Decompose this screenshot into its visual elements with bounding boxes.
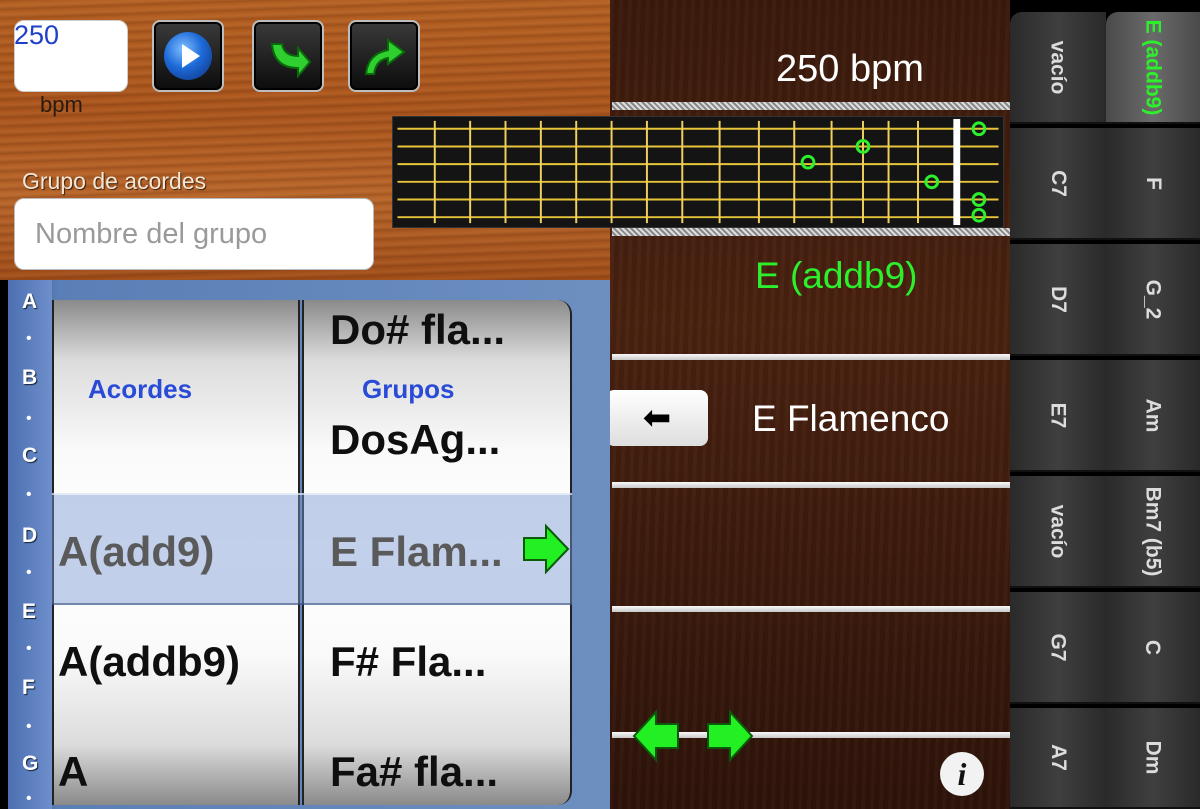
tempo-display: 250 bpm [776, 48, 924, 90]
group-item[interactable]: Fa# fla... [330, 748, 498, 796]
group-name-field[interactable] [14, 198, 374, 270]
chord-tab[interactable]: C [1106, 592, 1200, 704]
right-arrow-icon[interactable] [520, 522, 570, 576]
groups-header: Grupos [362, 374, 455, 404]
left-arrow-icon: ⬅ [642, 399, 672, 437]
undo-arrow-icon [364, 38, 406, 75]
index-separator: • [26, 718, 32, 735]
chord-tab[interactable]: C7 [1010, 128, 1106, 240]
index-separator: • [26, 564, 32, 581]
group-item[interactable]: F# Fla... [330, 638, 486, 686]
chord-tab[interactable]: D7 [1010, 244, 1106, 356]
back-button[interactable]: ⬅ [606, 390, 708, 446]
chords-header: Acordes [88, 374, 193, 404]
chord-tab[interactable]: E7 [1010, 360, 1106, 472]
fretboard-top-rail [612, 102, 1010, 110]
chord-tab-active[interactable]: E (addb9) [1106, 12, 1200, 124]
play-icon [164, 32, 212, 80]
chord-tab[interactable]: vacío [1010, 12, 1106, 124]
group-item[interactable]: Do# fla... [330, 306, 505, 354]
index-letter[interactable]: F [22, 676, 35, 700]
index-letter[interactable]: B [22, 366, 37, 390]
chord-tab[interactable]: Am [1106, 360, 1200, 472]
index-separator: • [26, 486, 32, 503]
bpm-value: 250 [14, 20, 60, 50]
chord-item[interactable]: A [58, 748, 88, 796]
fretboard-bottom-rail [612, 228, 1010, 236]
chord-item-selected[interactable]: A(add9) [58, 528, 214, 576]
chord-tab[interactable]: A7 [1010, 708, 1106, 809]
index-separator: • [26, 410, 32, 427]
fretboard-area [392, 102, 1012, 240]
right-arrow-icon[interactable] [707, 709, 754, 763]
chord-item[interactable]: A(addb9) [58, 638, 240, 686]
chord-name: E (addb9) [755, 255, 918, 296]
divider-line [612, 482, 1010, 488]
current-group: E Flamenco [752, 398, 950, 439]
index-separator: • [26, 640, 32, 657]
divider-line [612, 606, 1010, 612]
info-icon[interactable]: i [940, 752, 984, 796]
group-item[interactable]: DosAg... [330, 416, 500, 464]
chord-tab[interactable]: G_2 [1106, 244, 1200, 356]
bpm-label: bpm [40, 92, 83, 117]
index-letter[interactable]: E [22, 600, 36, 624]
undo-button[interactable] [348, 20, 420, 92]
chord-tab[interactable]: F [1106, 128, 1200, 240]
chord-tab[interactable]: Dm [1106, 708, 1200, 809]
index-separator: • [26, 790, 32, 807]
group-name-input[interactable] [15, 199, 373, 269]
redo-arrow-icon [270, 43, 312, 79]
play-button[interactable] [152, 20, 224, 92]
index-letter[interactable]: C [22, 444, 37, 468]
index-letter[interactable]: D [22, 524, 37, 548]
fretboard-diagram [392, 116, 1004, 228]
index-separator: • [26, 330, 32, 347]
group-label: Grupo de acordes [22, 168, 207, 194]
divider-line [612, 354, 1010, 360]
chord-tab[interactable]: G7 [1010, 592, 1106, 704]
group-item-selected[interactable]: E Flam... [330, 528, 503, 576]
left-arrow-icon[interactable] [632, 709, 679, 763]
index-letter[interactable]: A [22, 290, 37, 314]
chord-tab[interactable]: Bm7 (b5) [1106, 476, 1200, 588]
navigate-arrows [632, 709, 754, 763]
redo-button[interactable] [252, 20, 324, 92]
index-letter[interactable]: G [22, 752, 38, 776]
chord-tab[interactable]: vacío [1010, 476, 1106, 588]
